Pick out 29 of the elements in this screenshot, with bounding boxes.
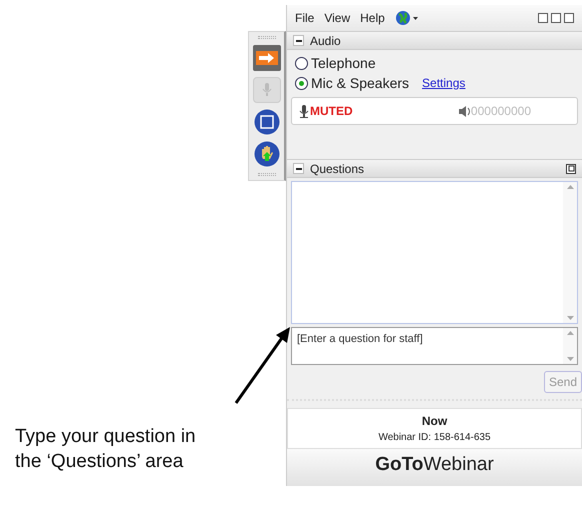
logo: GoToWebinar bbox=[375, 454, 494, 475]
radio-button[interactable] bbox=[295, 56, 308, 70]
radio-button[interactable] bbox=[295, 76, 308, 90]
menu-item[interactable]: File bbox=[295, 9, 314, 27]
arrow-button[interactable] bbox=[252, 45, 280, 71]
microphone-icon bbox=[298, 104, 310, 118]
section-title: Audio bbox=[310, 32, 341, 50]
mic-status: MUTED bbox=[310, 103, 353, 120]
collapse-button[interactable] bbox=[293, 35, 304, 46]
session-status: Now bbox=[422, 414, 448, 428]
webinar-id: Webinar ID: 158-614-635 bbox=[378, 432, 491, 443]
globe-icon[interactable] bbox=[394, 10, 419, 26]
menu-item[interactable]: View bbox=[324, 9, 350, 27]
microphone-icon bbox=[262, 83, 272, 97]
speaker-icon bbox=[458, 106, 471, 116]
restore-icon[interactable] bbox=[566, 164, 576, 174]
minimize-button[interactable] bbox=[538, 13, 548, 23]
raise-hand-icon[interactable] bbox=[254, 141, 280, 167]
annotation-text: Type your question in the ‘Questions’ area bbox=[15, 425, 197, 474]
settings-link[interactable]: Settings bbox=[422, 74, 466, 92]
screen-icon[interactable] bbox=[254, 109, 280, 135]
restore-button[interactable] bbox=[564, 13, 574, 23]
maximize-button[interactable] bbox=[551, 13, 561, 23]
menu-item[interactable]: Help bbox=[360, 9, 385, 27]
volume-meter: 000000000 bbox=[470, 103, 531, 120]
option-label: Mic & Speakers bbox=[311, 74, 410, 93]
section-title: Questions bbox=[310, 160, 364, 178]
option-label: Telephone bbox=[311, 54, 376, 73]
collapse-button[interactable] bbox=[293, 163, 304, 174]
